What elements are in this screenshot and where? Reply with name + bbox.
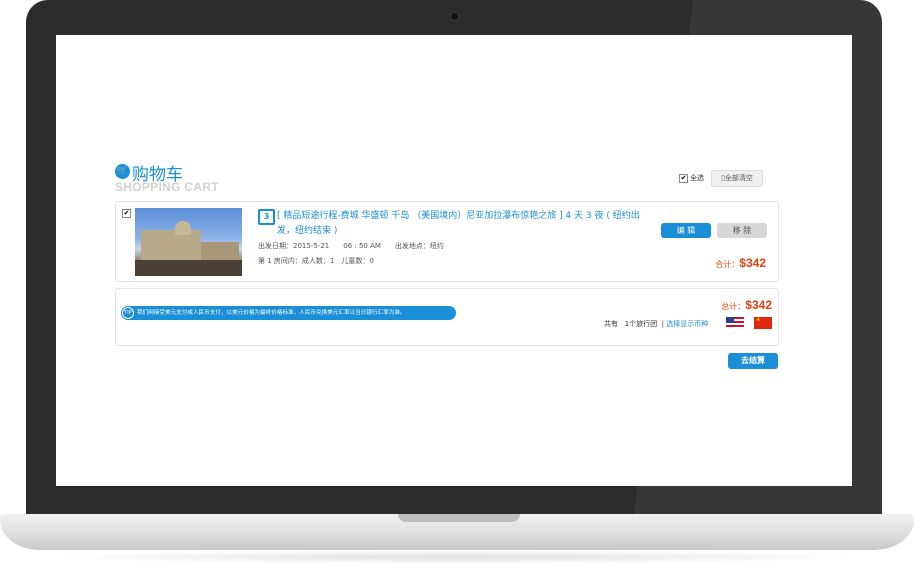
group-count-prefix: 共有 (604, 320, 618, 328)
flag-cn-icon[interactable]: ★ (754, 317, 772, 329)
currency-link[interactable]: 选择显示币种 (666, 320, 708, 328)
select-all-label: 全选 (690, 174, 704, 182)
departure-date: 2015-5-21 (293, 242, 330, 250)
select-all[interactable]: ✔ 全选 (679, 173, 704, 183)
payment-tip: TIP 我们网接受美元支付或人民币支付，以美元价格为最终价格标准，人民币兑换美元汇… (121, 306, 456, 320)
edit-button[interactable]: 编 辑 (661, 223, 711, 238)
item-title-link[interactable]: [ 精品短途行程-费城 华盛顿 千岛 （美国境内）尼亚加拉瀑布惊艳之旅 ] 4 … (277, 209, 657, 239)
cart-summary: TIP 我们网接受美元支付或人民币支付，以美元价格为最终价格标准，人民币兑换美元汇… (115, 288, 779, 346)
total-amount: $342 (745, 298, 772, 312)
item-checkbox[interactable]: ✔ (122, 209, 131, 218)
clear-all-button[interactable]: ▯全部清空 (711, 170, 763, 187)
page-subtitle: SHOPPING CART (115, 180, 219, 194)
departure-time: 06 : 50 AM (343, 242, 381, 250)
thumb-ground (135, 260, 242, 276)
remove-button[interactable]: 移 除 (717, 223, 767, 238)
departure-place: 纽约 (429, 242, 444, 250)
camera-icon (451, 13, 458, 20)
thumb-building (141, 230, 201, 260)
subtotal-label: 合计： (715, 260, 740, 269)
total-label: 总计： (721, 302, 746, 311)
group-info: 共有 1个旅行团 | 选择显示币种 (604, 320, 709, 328)
select-all-checkbox[interactable]: ✔ (679, 173, 688, 183)
item-subtotal: 合计：$342 (715, 252, 766, 271)
departure-date-label: 出发日期： (258, 242, 293, 250)
tip-badge: TIP (122, 307, 134, 319)
item-departure: 出发日期：2015-5-21 06 : 50 AM 出发地点：纽约 (258, 241, 444, 251)
laptop-shadow (40, 550, 874, 564)
group-count: 1个旅行团 (624, 320, 658, 328)
cart-item: ✔ 3 [ 精品短途行程-费城 华盛顿 千岛 （美国境内）尼亚加拉瀑布惊艳之旅 … (115, 201, 779, 282)
room-info: 第 1 房间内：成人数：1 儿童数：0 (258, 257, 374, 265)
laptop-notch (398, 514, 520, 522)
subtotal-amount: $342 (739, 256, 766, 270)
flag-us-icon[interactable] (726, 317, 744, 329)
cart-total: 总计：$342 (721, 294, 772, 313)
thumb-building-2 (201, 242, 239, 260)
item-thumbnail[interactable] (135, 208, 242, 276)
departure-place-label: 出发地点： (394, 242, 430, 250)
tour-tag-icon: 3 (258, 209, 275, 225)
cart-icon: 🛒 (115, 164, 130, 179)
checkout-button[interactable]: 去结算 (728, 353, 778, 369)
laptop-screen: 🛒 购物车 SHOPPING CART ✔ 全选 ▯全部清空 ✔ 3 [ 精品短… (56, 35, 852, 486)
tip-text: 我们网接受美元支付或人民币支付，以美元价格为最终价格标准，人民币兑换美元汇率以当… (137, 310, 406, 316)
thumb-dome (175, 221, 191, 235)
clear-all-label: 全部清空 (724, 174, 753, 182)
